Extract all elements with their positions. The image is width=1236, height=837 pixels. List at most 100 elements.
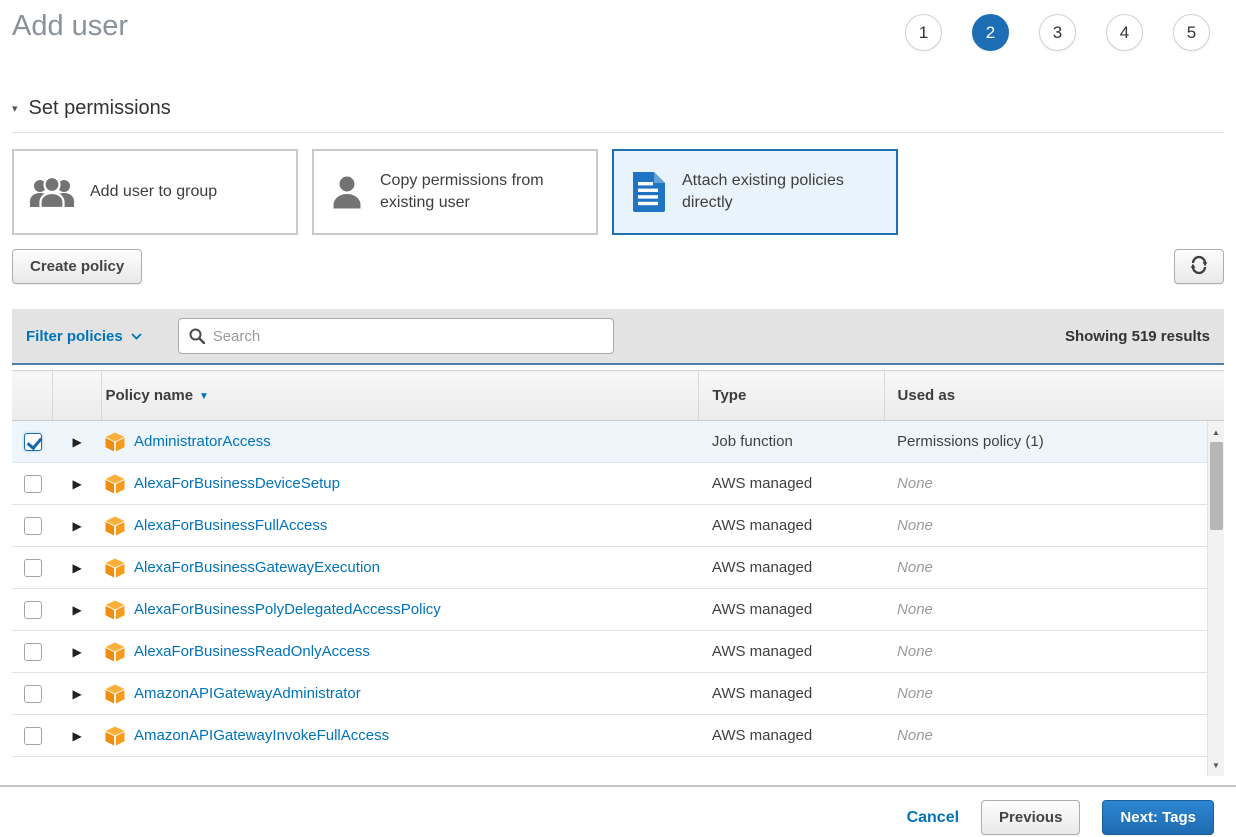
cancel-button[interactable]: Cancel [907,809,959,827]
table-row: ▶ AlexaForBusinessReadOnlyAccess AWS manag… [12,631,1224,673]
step-indicator-4: 4 [1106,14,1143,51]
policy-name-link[interactable]: AlexaForBusinessDeviceSetup [134,475,340,492]
row-checkbox[interactable] [24,727,42,745]
expand-row-icon[interactable]: ▶ [72,729,81,743]
policy-used-as-cell: Permissions policy (1) [884,421,1224,463]
step-indicator-1: 1 [905,14,942,51]
table-row: ▶ AmazonAPIGatewayAdministrator AWS manage… [12,673,1224,715]
card-attach-existing-policies[interactable]: Attach existing policies directly [612,149,898,235]
managed-policy-icon [105,726,125,746]
managed-policy-icon [105,642,125,662]
collapse-section-icon[interactable]: ▾ [12,102,18,115]
policy-type-cell: AWS managed [699,631,884,673]
search-input[interactable] [213,328,603,345]
section-title: Set permissions [29,97,171,120]
header-checkbox-column [12,371,52,421]
refresh-icon [1189,255,1209,279]
expand-row-icon[interactable]: ▶ [72,561,81,575]
copy-user-icon [329,174,365,210]
policy-toolbar: Create policy [12,249,1224,284]
table-scrollbar[interactable]: ▲ ▼ [1207,421,1224,776]
policy-type-cell: AWS managed [699,673,884,715]
table-row: ▶AmazonAPIGatewayInvokeFullAccessAWS man… [12,715,1224,757]
policies-table: Policy name▼ Type Used as ▶Administrator… [12,370,1224,776]
table-row: ▶ AlexaForBusinessFullAccess AWS managedNo… [12,505,1224,547]
expand-row-icon[interactable]: ▶ [72,687,81,701]
step-indicator-2: 2 [972,14,1009,51]
row-checkbox[interactable] [24,559,42,577]
managed-policy-icon [105,558,125,578]
scroll-up-icon[interactable]: ▲ [1208,425,1224,439]
managed-policy-icon [105,600,125,620]
policy-used-as-cell: None [884,463,1224,505]
chevron-down-icon [131,333,142,340]
step-indicator-5: 5 [1173,14,1210,51]
policy-name-link[interactable]: AmazonAPIGatewayInvokeFullAccess [134,727,389,744]
permission-option-cards: Add user to group Copy permissions from … [12,149,1224,235]
row-checkbox[interactable] [24,517,42,535]
policy-table-body: ▶ AdministratorAccess Job functionPermissi… [12,421,1224,757]
sort-desc-icon: ▼ [199,391,209,402]
policy-name-link[interactable]: AdministratorAccess [134,433,271,450]
expand-row-icon[interactable]: ▶ [72,519,81,533]
expand-row-icon[interactable]: ▶ [72,603,81,617]
row-checkbox[interactable] [24,433,42,451]
search-box [178,318,614,354]
step-indicator-3: 3 [1039,14,1076,51]
header-expand-column [52,371,101,421]
policy-used-as-cell: None [884,631,1224,673]
table-row: ▶ AdministratorAccess Job functionPermissi… [12,421,1224,463]
managed-policy-icon [105,474,125,494]
policy-used-as-cell: None [884,589,1224,631]
user-group-icon [29,175,75,209]
expand-row-icon[interactable]: ▶ [72,435,81,449]
policy-used-as-cell: None [884,505,1224,547]
policy-name-link[interactable]: AlexaForBusinessReadOnlyAccess [134,643,370,660]
policy-document-icon [629,170,667,214]
column-header-used-as: Used as [884,371,1224,421]
footer-actions: Cancel Previous Next: Tags [0,787,1236,835]
row-checkbox[interactable] [24,643,42,661]
filter-bar: Filter policies Showing 519 results [12,309,1224,365]
search-icon [189,328,205,344]
card-copy-permissions[interactable]: Copy permissions from existing user [312,149,598,235]
managed-policy-icon [105,432,125,452]
scrollbar-thumb[interactable] [1210,442,1223,530]
section-header: ▾ Set permissions [12,97,1224,133]
column-header-policy-name[interactable]: Policy name▼ [101,371,699,421]
expand-row-icon[interactable]: ▶ [72,645,81,659]
next-tags-button[interactable]: Next: Tags [1102,800,1214,835]
wizard-steps: 12345 [905,14,1210,51]
policy-used-as-cell: None [884,715,1224,757]
page-title: Add user [12,10,128,43]
row-checkbox[interactable] [24,685,42,703]
policy-type-cell: AWS managed [699,589,884,631]
managed-policy-icon [105,684,125,704]
refresh-button[interactable] [1174,249,1224,284]
policy-name-link[interactable]: AmazonAPIGatewayAdministrator [134,685,361,702]
table-row: ▶ AlexaForBusinessDeviceSetup AWS managedN… [12,463,1224,505]
scroll-down-icon[interactable]: ▼ [1208,758,1224,772]
policy-used-as-cell: None [884,673,1224,715]
create-policy-button[interactable]: Create policy [12,249,142,284]
expand-row-icon[interactable]: ▶ [72,477,81,491]
policy-type-cell: AWS managed [699,463,884,505]
card-label: Attach existing policies directly [682,170,881,213]
previous-button[interactable]: Previous [981,800,1080,835]
policy-name-link[interactable]: AlexaForBusinessGatewayExecution [134,559,380,576]
card-add-user-to-group[interactable]: Add user to group [12,149,298,235]
row-checkbox[interactable] [24,601,42,619]
policy-used-as-cell: None [884,547,1224,589]
row-checkbox[interactable] [24,475,42,493]
card-label: Copy permissions from existing user [380,170,581,213]
card-label: Add user to group [90,181,217,203]
filter-policies-label: Filter policies [26,328,123,345]
policy-name-link[interactable]: AlexaForBusinessFullAccess [134,517,327,534]
page-header: Add user 12345 [0,0,1236,51]
filter-policies-dropdown[interactable]: Filter policies [26,328,142,345]
policy-type-cell: AWS managed [699,505,884,547]
table-row: ▶AlexaForBusinessGatewayExecutionAWS man… [12,547,1224,589]
policy-name-link[interactable]: AlexaForBusinessPolyDelegatedAccessPolic… [134,601,441,618]
policy-type-cell: Job function [699,421,884,463]
managed-policy-icon [105,516,125,536]
